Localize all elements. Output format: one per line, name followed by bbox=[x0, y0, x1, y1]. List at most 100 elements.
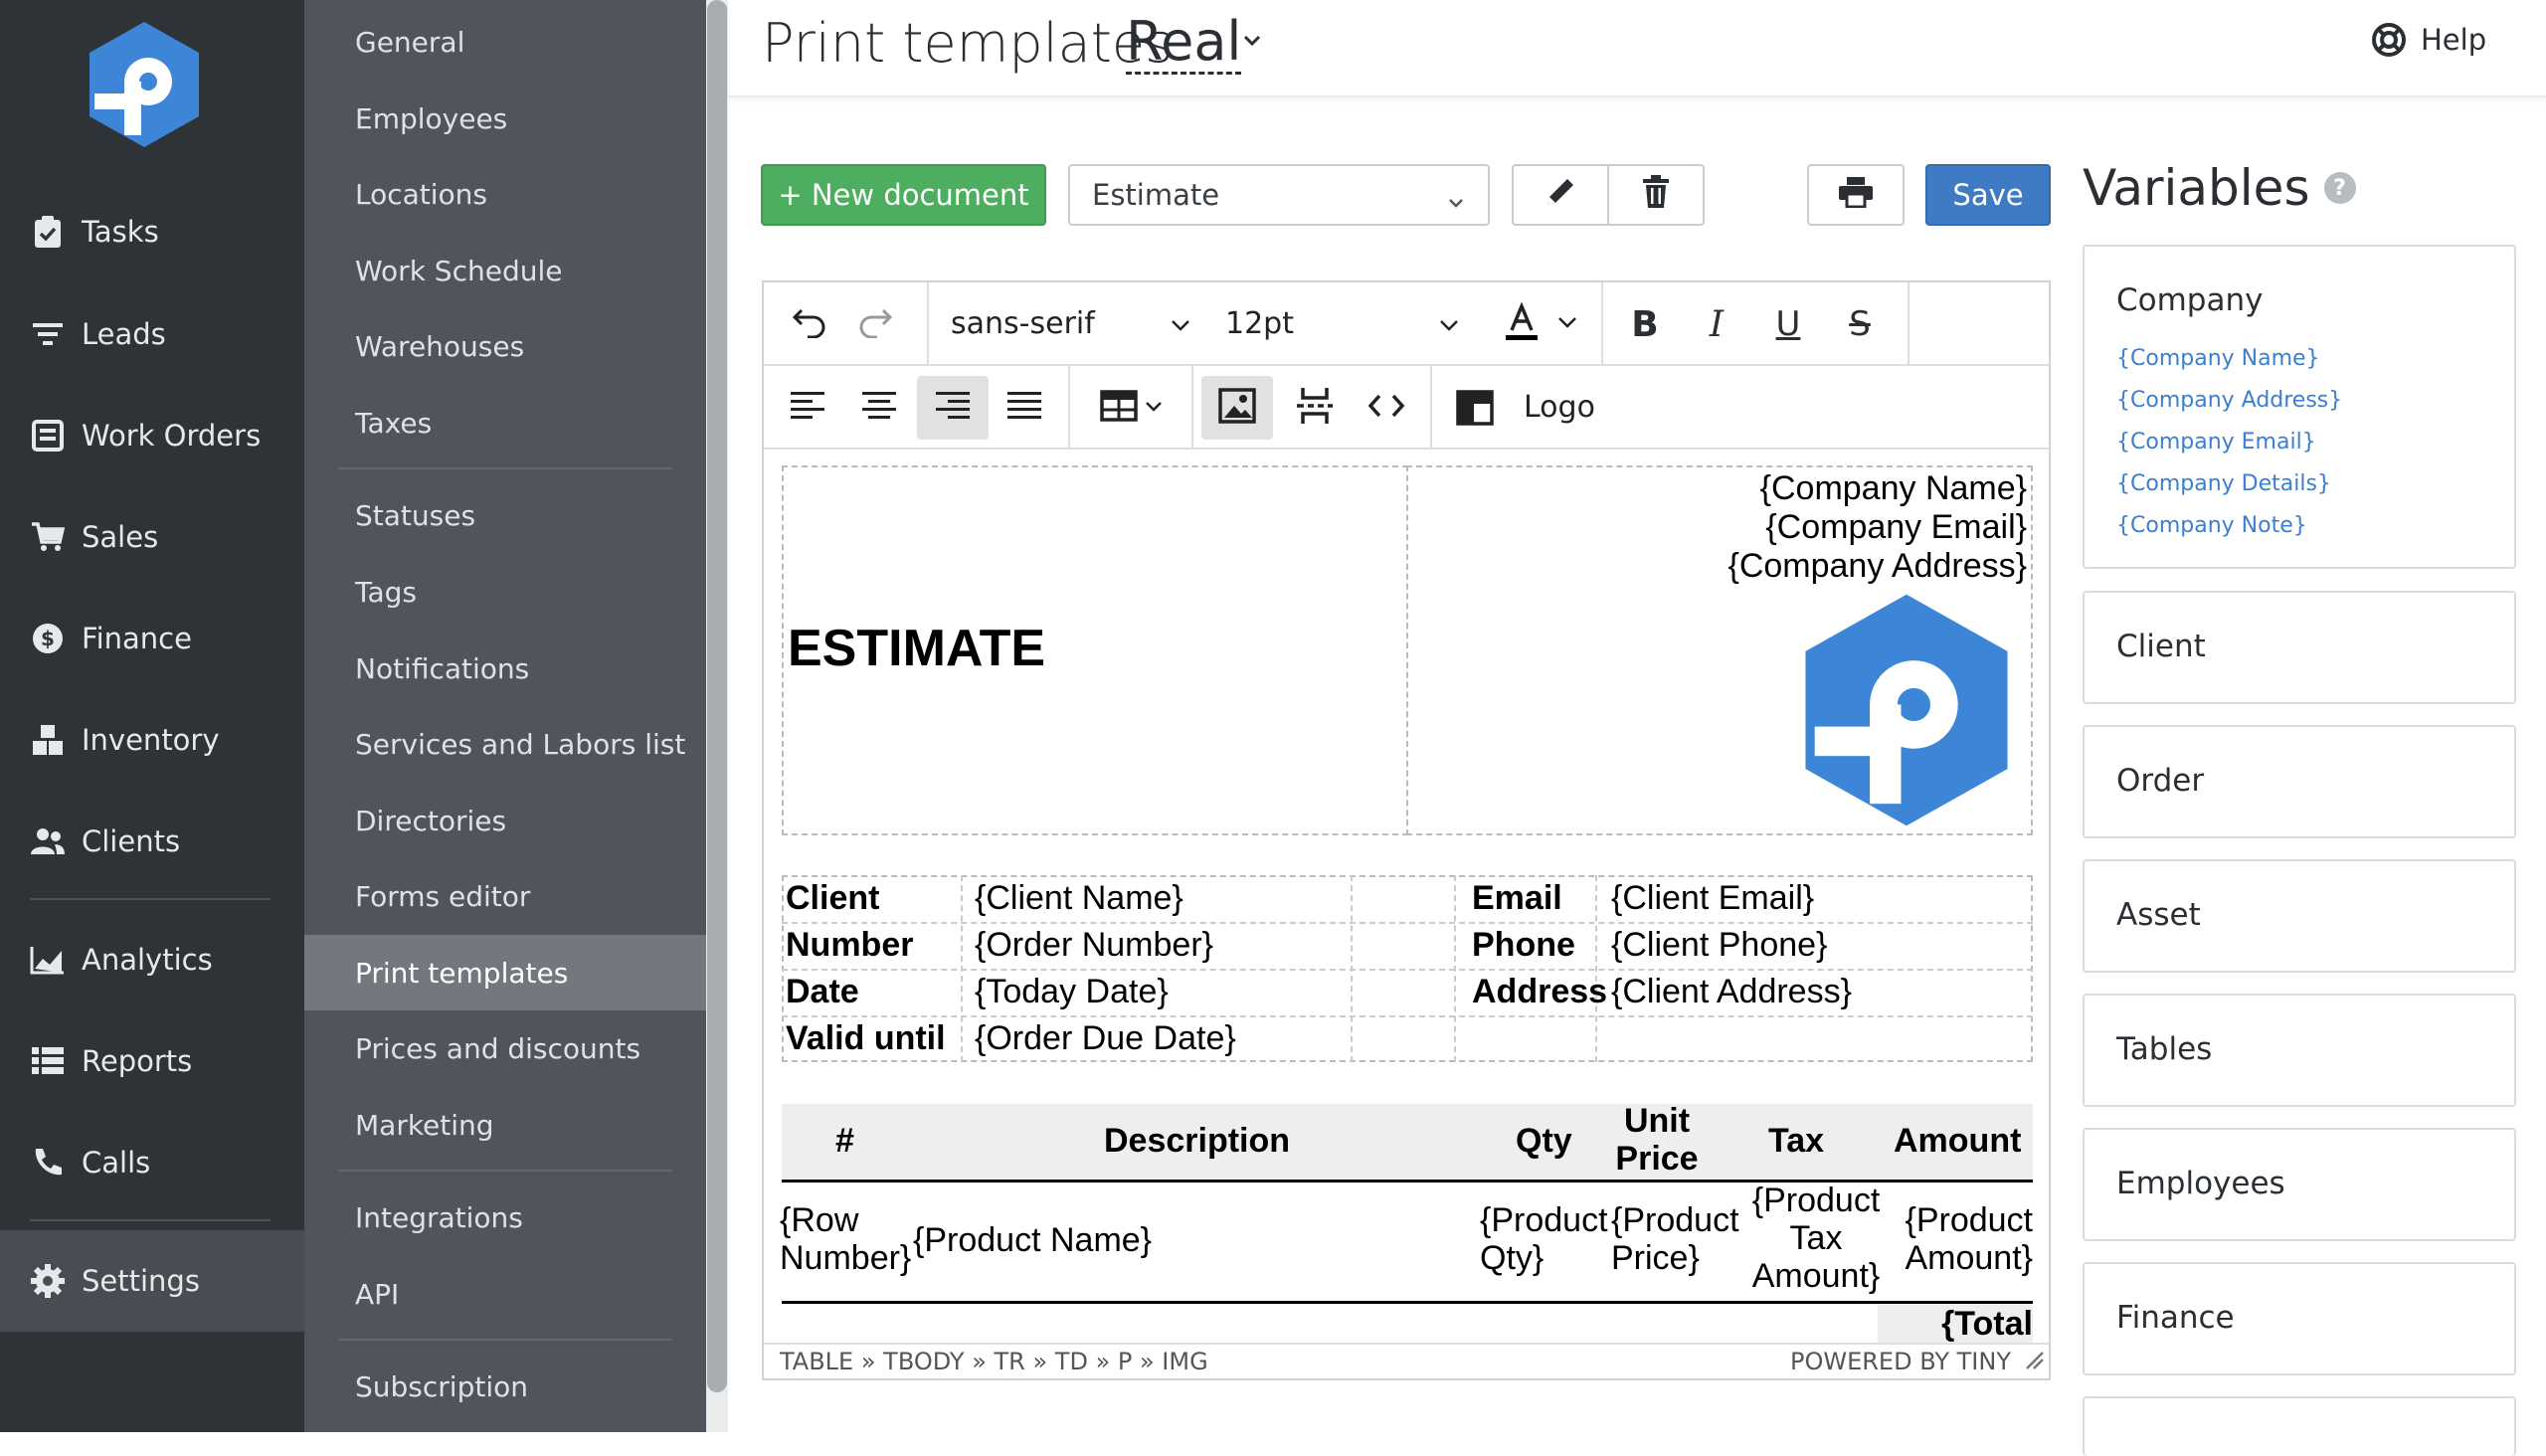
submenu-item-work-schedule[interactable]: Work Schedule bbox=[304, 233, 706, 308]
justify-icon bbox=[1007, 391, 1041, 425]
submenu-item-directories[interactable]: Directories bbox=[304, 783, 706, 858]
submenu-item-tags[interactable]: Tags bbox=[304, 554, 706, 630]
document-type-select[interactable]: Estimate bbox=[1068, 164, 1490, 226]
nav-item-finance[interactable]: $ Finance bbox=[0, 594, 304, 683]
nav-item-reports[interactable]: Reports bbox=[0, 1016, 304, 1106]
document-heading[interactable]: ESTIMATE bbox=[788, 619, 1045, 678]
nav-item-analytics[interactable]: Analytics bbox=[0, 915, 304, 1004]
variables-card-title: Employees bbox=[2116, 1166, 2285, 1201]
info-label: Number bbox=[786, 926, 914, 964]
info-label: Phone bbox=[1472, 926, 1575, 964]
nav-item-settings[interactable]: Settings bbox=[0, 1230, 304, 1332]
nav-item-work-orders[interactable]: Work Orders bbox=[0, 391, 304, 480]
nav-item-sales[interactable]: Sales bbox=[0, 492, 304, 582]
item-qty-line: {Product bbox=[1480, 1201, 1608, 1239]
total-placeholder: {Total bbox=[1941, 1305, 2033, 1343]
phone-icon bbox=[28, 1143, 68, 1183]
document-canvas[interactable]: ESTIMATE {Company Name} {Company Email} … bbox=[764, 450, 2049, 1345]
question-circle-icon[interactable]: ? bbox=[2323, 172, 2356, 204]
filter-icon bbox=[28, 314, 68, 354]
variables-card-employees[interactable]: Employees bbox=[2083, 1128, 2516, 1241]
submenu-item-locations[interactable]: Locations bbox=[304, 156, 706, 232]
undo-button[interactable] bbox=[782, 296, 837, 352]
submenu-item-forms-editor[interactable]: Forms editor bbox=[304, 858, 706, 934]
strikethrough-button[interactable]: S bbox=[1832, 296, 1888, 352]
submenu-item-integrations[interactable]: Integrations bbox=[304, 1180, 706, 1255]
submenu-item-print-templates[interactable]: Print templates bbox=[304, 935, 706, 1010]
submenu-divider bbox=[338, 1339, 672, 1341]
submenu-item-warehouses[interactable]: Warehouses bbox=[304, 308, 706, 384]
variable-company-note[interactable]: {Company Note} bbox=[2116, 513, 2307, 538]
page-break-button[interactable] bbox=[1287, 380, 1343, 436]
submenu-item-general[interactable]: General bbox=[304, 4, 706, 80]
company-lines[interactable]: {Company Name} {Company Email} {Company … bbox=[1728, 469, 2027, 586]
submenu-item-employees[interactable]: Employees bbox=[304, 81, 706, 156]
element-path[interactable]: TABLE » TBODY » TR » TD » P » IMG bbox=[780, 1348, 1208, 1375]
align-right-button[interactable] bbox=[917, 376, 989, 440]
new-document-button[interactable]: + New document bbox=[761, 164, 1046, 226]
nav-label: Work Orders bbox=[82, 419, 262, 453]
nav-label: Calls bbox=[82, 1146, 151, 1180]
nav-item-clients[interactable]: Clients bbox=[0, 797, 304, 886]
text-color-dropdown[interactable] bbox=[1549, 296, 1585, 352]
info-label: Valid until bbox=[786, 1019, 946, 1057]
submenu-item-prices-discounts[interactable]: Prices and discounts bbox=[304, 1010, 706, 1086]
submenu-scrollbar[interactable] bbox=[706, 0, 728, 1432]
delete-button[interactable] bbox=[1607, 164, 1705, 226]
print-button[interactable] bbox=[1807, 164, 1905, 226]
table-button[interactable] bbox=[1088, 380, 1176, 436]
help-link[interactable]: Help bbox=[2371, 22, 2486, 58]
nav-item-calls[interactable]: Calls bbox=[0, 1118, 304, 1207]
submenu-item-services-labors[interactable]: Services and Labors list bbox=[304, 706, 706, 782]
source-code-button[interactable] bbox=[1359, 380, 1414, 436]
font-size-select[interactable]: 12pt bbox=[1203, 282, 1478, 366]
nav-item-leads[interactable]: Leads bbox=[0, 289, 304, 379]
text-color-button[interactable] bbox=[1494, 296, 1549, 352]
variable-company-email[interactable]: {Company Email} bbox=[2116, 430, 2316, 455]
redo-button[interactable] bbox=[847, 296, 903, 352]
chevron-down-icon[interactable] bbox=[1239, 28, 1265, 54]
justify-button[interactable] bbox=[997, 380, 1052, 436]
chevron-down-icon bbox=[1556, 311, 1578, 337]
edit-button[interactable] bbox=[1512, 164, 1609, 226]
item-row-number-line: {Row bbox=[780, 1201, 859, 1239]
bold-button[interactable]: B bbox=[1617, 296, 1673, 352]
variables-card-finance[interactable]: Finance bbox=[2083, 1262, 2516, 1375]
variables-card-order[interactable]: Order bbox=[2083, 725, 2516, 838]
scrollbar-thumb[interactable] bbox=[707, 0, 727, 1392]
nav-item-inventory[interactable]: Inventory bbox=[0, 695, 304, 785]
submenu-item-marketing[interactable]: Marketing bbox=[304, 1087, 706, 1163]
strikethrough-icon: S bbox=[1849, 304, 1871, 344]
variables-card-more[interactable] bbox=[2083, 1396, 2516, 1456]
align-left-button[interactable] bbox=[780, 380, 835, 436]
variables-card-company[interactable]: Company {Company Name} {Company Address}… bbox=[2083, 245, 2516, 569]
logo-button[interactable]: Logo bbox=[1446, 380, 1665, 436]
insert-image-button[interactable] bbox=[1201, 376, 1273, 440]
variable-company-details[interactable]: {Company Details} bbox=[2116, 471, 2331, 496]
powered-by-link[interactable]: POWERED BY TINY bbox=[1790, 1348, 2011, 1375]
submenu-item-taxes[interactable]: Taxes bbox=[304, 385, 706, 460]
resize-handle-icon[interactable] bbox=[2023, 1349, 2045, 1376]
font-family-value: sans-serif bbox=[951, 306, 1095, 341]
variables-card-client[interactable]: Client bbox=[2083, 591, 2516, 704]
save-button[interactable]: Save bbox=[1925, 164, 2051, 226]
page-break-icon bbox=[1297, 386, 1333, 430]
font-family-select[interactable]: sans-serif bbox=[929, 282, 1203, 366]
submenu-item-notifications[interactable]: Notifications bbox=[304, 631, 706, 706]
italic-button[interactable]: I bbox=[1689, 296, 1744, 352]
submenu-item-statuses[interactable]: Statuses bbox=[304, 477, 706, 553]
submenu-item-subscription[interactable]: Subscription bbox=[304, 1349, 706, 1424]
align-center-button[interactable] bbox=[851, 380, 907, 436]
items-table-header[interactable] bbox=[782, 1104, 2033, 1182]
variables-card-asset[interactable]: Asset bbox=[2083, 859, 2516, 973]
template-set-select[interactable]: Real bbox=[1126, 12, 1242, 75]
variables-card-tables[interactable]: Tables bbox=[2083, 994, 2516, 1107]
underline-button[interactable]: U bbox=[1760, 296, 1816, 352]
nav-item-tasks[interactable]: Tasks bbox=[0, 187, 304, 276]
variable-company-address[interactable]: {Company Address} bbox=[2116, 388, 2342, 413]
submenu-item-api[interactable]: API bbox=[304, 1256, 706, 1332]
company-logo-image[interactable] bbox=[1796, 591, 2017, 834]
variable-company-name[interactable]: {Company Name} bbox=[2116, 346, 2320, 371]
submenu-label: Marketing bbox=[355, 1108, 494, 1142]
app-logo-icon[interactable] bbox=[85, 20, 204, 149]
